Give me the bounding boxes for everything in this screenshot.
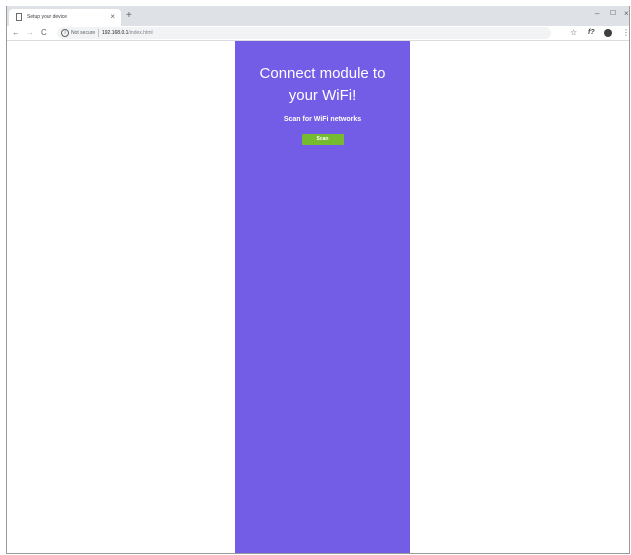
account-icon[interactable] bbox=[604, 29, 612, 37]
extension-icon[interactable]: f? bbox=[588, 28, 595, 38]
menu-icon[interactable]: ⋮ bbox=[622, 28, 629, 38]
url-text[interactable]: 192.168.0.1/index.html bbox=[102, 29, 153, 37]
url-path: /index.html bbox=[128, 30, 153, 36]
page-viewport: Connect module to your WiFi! Scan for Wi… bbox=[7, 41, 629, 553]
back-arrow-icon[interactable]: ← bbox=[12, 27, 20, 39]
reload-icon[interactable]: C bbox=[41, 27, 47, 39]
security-label: Not secure bbox=[71, 30, 96, 36]
new-tab-icon[interactable]: + bbox=[126, 11, 132, 21]
scan-subtitle: Scan for WiFi networks bbox=[283, 116, 362, 123]
address-bar[interactable]: i Not secure 192.168.0.1/index.html bbox=[57, 27, 551, 39]
close-tab-icon[interactable]: × bbox=[110, 12, 115, 22]
url-separator bbox=[98, 29, 99, 37]
tab-setup-device[interactable]: Setup your device × bbox=[9, 9, 121, 26]
tab-strip: Setup your device × + – ☐ × bbox=[7, 6, 629, 26]
browser-window: Setup your device × + – ☐ × ← → C i Not … bbox=[6, 6, 630, 554]
tab-title: Setup your device bbox=[27, 14, 68, 20]
bookmark-star-icon[interactable]: ☆ bbox=[570, 28, 577, 38]
url-host: 192.168.0.1 bbox=[102, 30, 129, 36]
setup-panel: Connect module to your WiFi! Scan for Wi… bbox=[235, 41, 410, 553]
close-window-icon[interactable]: × bbox=[624, 9, 629, 19]
page-icon bbox=[16, 13, 22, 21]
page-title: Connect module to your WiFi! bbox=[259, 65, 386, 104]
minimize-icon[interactable]: – bbox=[595, 9, 599, 19]
maximize-icon[interactable]: ☐ bbox=[610, 9, 616, 19]
scan-button[interactable]: Scan bbox=[301, 134, 344, 145]
forward-arrow-icon[interactable]: → bbox=[26, 27, 34, 39]
info-icon[interactable]: i bbox=[61, 29, 69, 37]
browser-toolbar: ← → C i Not secure 192.168.0.1/index.htm… bbox=[7, 26, 629, 41]
